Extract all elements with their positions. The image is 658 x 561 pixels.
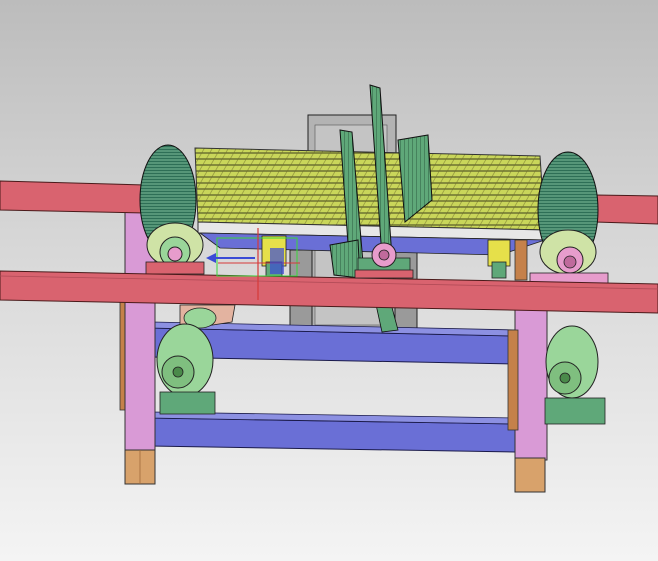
bearing-yellow-right xyxy=(487,239,511,279)
leg-right-front xyxy=(507,299,548,493)
cad-viewport[interactable] xyxy=(0,0,658,561)
wheel-stack-left xyxy=(139,144,205,275)
mesh-conveyor xyxy=(194,147,546,256)
assembly-model[interactable] xyxy=(0,0,658,561)
gear-motor-right xyxy=(544,325,606,425)
gear-motor-left xyxy=(156,304,236,415)
crossbeam-lower xyxy=(149,411,519,453)
